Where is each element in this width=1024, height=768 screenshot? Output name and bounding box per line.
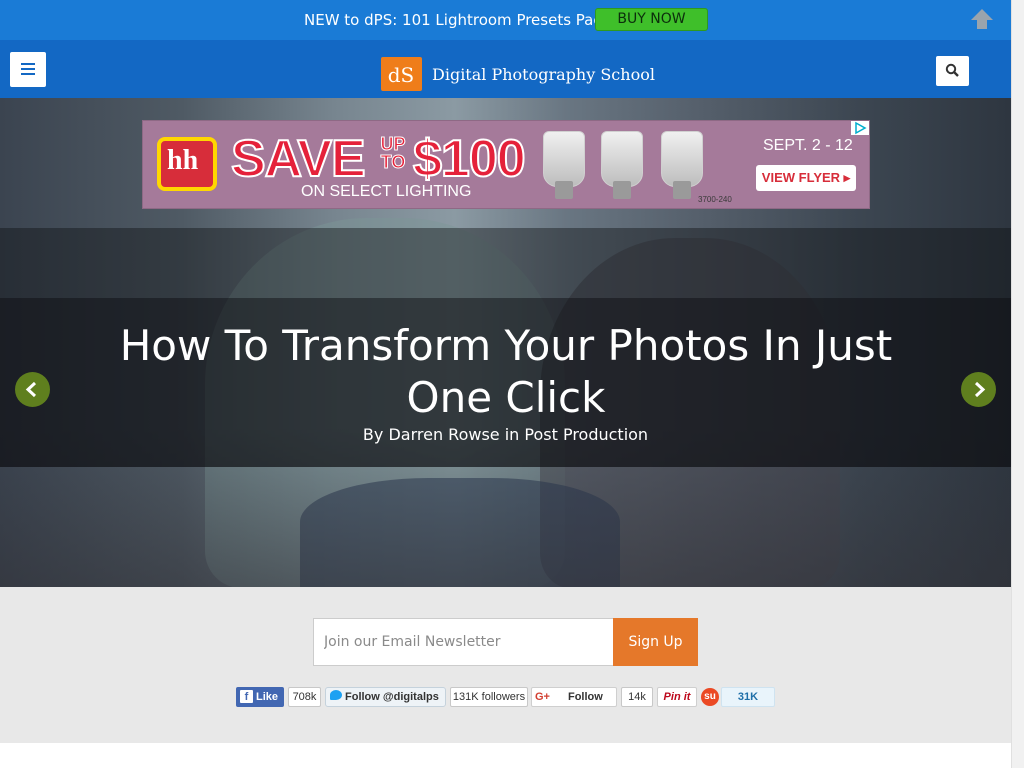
twitter-icon [330, 690, 342, 700]
ad-dates: SEPT. 2 - 12 [763, 137, 853, 154]
stumbleupon-icon[interactable]: su [701, 688, 719, 706]
pinterest-pin-button[interactable]: Pin it [657, 687, 697, 707]
search-icon [945, 63, 959, 77]
stumbleupon-count: 31K [721, 687, 775, 707]
adchoices-icon[interactable] [851, 121, 869, 135]
chevron-right-icon [974, 381, 986, 398]
ad-code: 3700-240 [698, 195, 732, 204]
facebook-like-button[interactable]: f Like [236, 687, 284, 707]
twitter-follow-button[interactable]: Follow @digitalps [325, 687, 446, 707]
ad-up-to: UP TO [380, 134, 406, 172]
google-plus-follow-button[interactable]: G+ Follow [531, 687, 617, 707]
ad-subline: ON SELECT LIGHTING [301, 183, 472, 200]
article-title[interactable]: How To Transform Your Photos In Just One… [90, 320, 922, 424]
facebook-icon: f [240, 690, 253, 703]
buy-now-button[interactable]: BUY NOW [595, 8, 708, 31]
sign-up-button[interactable]: Sign Up [613, 618, 698, 666]
chevron-left-icon [25, 381, 37, 398]
ad-amount: $100 [412, 129, 527, 189]
view-flyer-button[interactable]: VIEW FLYER ▸ [756, 165, 856, 191]
logo-mark-icon: dS [388, 63, 415, 87]
ad-banner[interactable]: hh SAVE UP TO $100 ON SELECT LIGHTING SE… [142, 120, 870, 209]
hamburger-icon [21, 63, 35, 65]
pinterest-icon: Pin it [663, 691, 691, 703]
google-plus-count: 14k [621, 687, 653, 707]
promo-text: NEW to dPS: 101 Lightroom Presets Pack [304, 11, 611, 29]
bulb-image [601, 131, 643, 187]
site-logo[interactable]: dS [381, 57, 422, 91]
slider-next-button[interactable] [961, 372, 996, 407]
facebook-like-count: 708k [288, 687, 321, 707]
site-header: dS Digital Photography School [0, 40, 1011, 98]
promo-bar: NEW to dPS: 101 Lightroom Presets Pack B… [0, 0, 1011, 40]
svg-text:dS: dS [388, 63, 415, 87]
article-byline: By Darren Rowse in Post Production [362, 425, 649, 444]
advertiser-logo: hh [157, 137, 217, 191]
slider-prev-button[interactable] [15, 372, 50, 407]
menu-button[interactable] [10, 52, 46, 87]
twitter-follower-count: 131K followers [450, 687, 528, 707]
newsletter-section: Sign Up fLike 708k Follow @digitalps 131… [0, 587, 1011, 743]
bulb-image [543, 131, 585, 187]
site-name[interactable]: Digital Photography School [432, 65, 655, 84]
page-scrollbar[interactable] [1011, 0, 1024, 768]
hero-slider[interactable]: hh SAVE UP TO $100 ON SELECT LIGHTING SE… [0, 98, 1011, 587]
google-plus-icon: G+ [535, 691, 550, 703]
bulb-image [661, 131, 703, 187]
ad-headline: SAVE [230, 129, 367, 189]
email-newsletter-input[interactable] [313, 618, 614, 666]
arrow-up-icon[interactable] [970, 8, 994, 30]
search-button[interactable] [936, 56, 969, 86]
